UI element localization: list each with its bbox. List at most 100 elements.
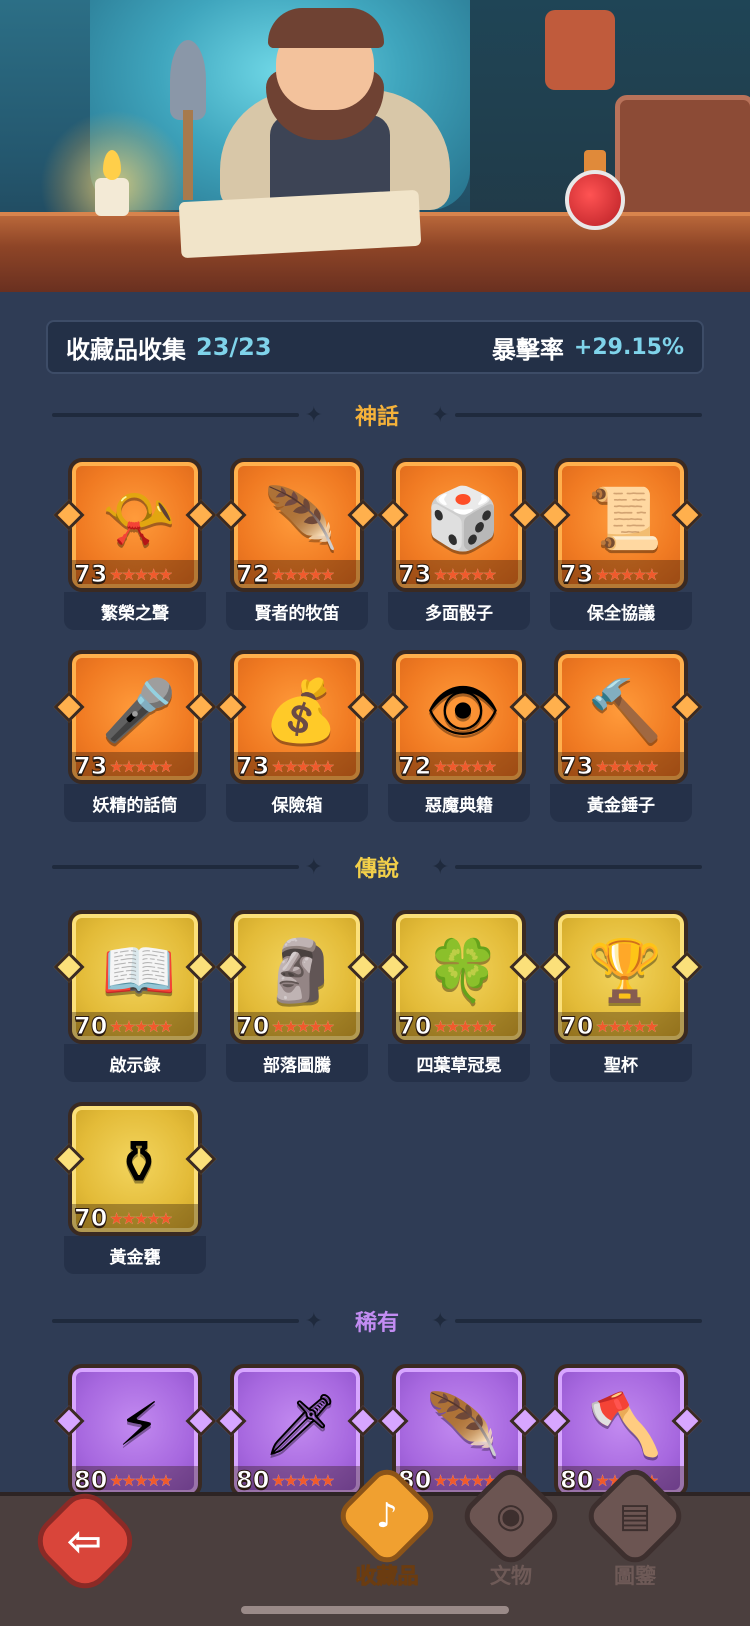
card-name: 黃金甕 <box>64 1236 206 1274</box>
card-name: 四葉草冠冕 <box>388 1044 530 1082</box>
card-level: 73 <box>559 752 594 781</box>
card-name: 惡魔典籍 <box>388 784 530 822</box>
card-level: 73 <box>559 560 594 589</box>
card-frame: 🔨 73 ★★★★★ <box>554 650 688 784</box>
level-stars-row: 70 ★★★★★ <box>234 1012 360 1040</box>
collection-count: 23/23 <box>196 333 272 361</box>
collection-summary-bar: 收藏品收集 23/23 暴擊率 +29.15% <box>46 320 704 374</box>
star-rating-icon: ★★★★★ <box>271 756 335 776</box>
level-stars-row: 73 ★★★★★ <box>396 560 522 588</box>
level-stars-row: 73 ★★★★★ <box>72 560 198 588</box>
level-stars-row: 70 ★★★★★ <box>72 1012 198 1040</box>
tab-label: 圖鑒 <box>614 1564 656 1588</box>
collectible-card[interactable]: 📜 73 ★★★★★ 保全協議 <box>539 458 703 632</box>
candle-icon <box>95 178 129 216</box>
card-frame: 👁 72 ★★★★★ <box>392 650 526 784</box>
section-divider-legendary: ✦ 傳說 ✦ <box>52 852 703 882</box>
collectible-card[interactable]: 🎤 73 ★★★★★ 妖精的話筒 <box>53 650 217 824</box>
tab-relics[interactable]: ◉ 文物 <box>456 1462 566 1598</box>
section-title-rare: 稀有 <box>355 1311 400 1336</box>
collectible-card[interactable]: 💰 73 ★★★★★ 保險箱 <box>215 650 379 824</box>
card-name: 部落圖騰 <box>226 1044 368 1082</box>
book-icon: 📖 <box>101 936 177 1006</box>
card-name: 聖杯 <box>550 1044 692 1082</box>
tab-label: 收藏品 <box>355 1564 419 1589</box>
card-frame: 📜 73 ★★★★★ <box>554 458 688 592</box>
section-title-legendary: 傳說 <box>355 857 400 882</box>
collectible-card[interactable]: ⚱ 70 ★★★★★ 黃金甕 <box>53 1102 217 1276</box>
star-rating-icon: ★★★★★ <box>109 1470 173 1490</box>
sparkle-icon: ✦ <box>304 854 323 880</box>
star-rating-icon: ★★★★★ <box>595 1016 659 1036</box>
card-name: 保險箱 <box>226 784 368 822</box>
card-level: 80 <box>73 1466 108 1495</box>
card-level: 70 <box>559 1012 594 1041</box>
star-rating-icon: ★★★★★ <box>109 1016 173 1036</box>
book-icon: ▤ <box>618 1496 652 1536</box>
section-title-mythic: 神話 <box>355 405 400 430</box>
tab-label: 文物 <box>490 1564 532 1588</box>
card-level: 70 <box>397 1012 432 1041</box>
wooden-chest-decoration <box>615 95 750 225</box>
card-name: 黃金錘子 <box>550 784 692 822</box>
level-stars-row: 73 ★★★★★ <box>72 752 198 780</box>
collectible-card[interactable]: 🏆 70 ★★★★★ 聖杯 <box>539 910 703 1084</box>
tab-codex[interactable]: ▤ 圖鑒 <box>580 1462 690 1598</box>
star-rating-icon: ★★★★★ <box>433 1016 497 1036</box>
star-rating-icon: ★★★★★ <box>433 564 497 584</box>
phoenix-feather-icon: 🪶 <box>425 1390 501 1460</box>
collectible-card[interactable]: 🪶 72 ★★★★★ 賢者的牧笛 <box>215 458 379 632</box>
horn-icon: 📯 <box>101 484 177 554</box>
lyre-icon: ♪ <box>376 1495 398 1536</box>
card-frame: 📖 70 ★★★★★ <box>68 910 202 1044</box>
shovel-icon <box>170 40 206 120</box>
card-frame: 🎲 73 ★★★★★ <box>392 458 526 592</box>
card-frame: ⚱ 70 ★★★★★ <box>68 1102 202 1236</box>
collectible-card[interactable]: 🗿 70 ★★★★★ 部落圖騰 <box>215 910 379 1084</box>
card-frame: 🏆 70 ★★★★★ <box>554 910 688 1044</box>
collectible-card[interactable]: 👁 72 ★★★★★ 惡魔典籍 <box>377 650 541 824</box>
sparkle-icon: ✦ <box>304 1308 323 1334</box>
star-rating-icon: ★★★★★ <box>109 1208 173 1228</box>
level-stars-row: 73 ★★★★★ <box>558 752 684 780</box>
card-frame: 💰 73 ★★★★★ <box>230 650 364 784</box>
card-level: 72 <box>235 560 270 589</box>
crit-rate-label: 暴擊率 <box>491 335 564 364</box>
card-level: 80 <box>235 1466 270 1495</box>
card-name: 多面骰子 <box>388 592 530 630</box>
card-frame: 🎤 73 ★★★★★ <box>68 650 202 784</box>
level-stars-row: 72 ★★★★★ <box>396 752 522 780</box>
collectible-card[interactable]: 🔨 73 ★★★★★ 黃金錘子 <box>539 650 703 824</box>
red-potion-icon <box>565 170 625 230</box>
shovel-handle <box>183 110 193 200</box>
eye-icon: ◉ <box>496 1495 526 1536</box>
totem-mask-decoration <box>545 10 615 90</box>
back-arrow-icon: ⇦ <box>67 1516 103 1566</box>
star-rating-icon: ★★★★★ <box>271 564 335 584</box>
demon-tome-icon: 👁 <box>424 676 502 746</box>
card-level: 73 <box>73 752 108 781</box>
card-name: 賢者的牧笛 <box>226 592 368 630</box>
level-stars-row: 70 ★★★★★ <box>72 1204 198 1232</box>
card-level: 72 <box>397 752 432 781</box>
flute-icon: 🪶 <box>263 484 339 554</box>
card-level: 73 <box>235 752 270 781</box>
dwarf-merchant-hair <box>268 8 384 48</box>
hammer-icon: 🔨 <box>587 676 663 746</box>
hero-banner <box>0 0 750 292</box>
collectible-card[interactable]: 🍀 70 ★★★★★ 四葉草冠冕 <box>377 910 541 1084</box>
star-rating-icon: ★★★★★ <box>271 1016 335 1036</box>
card-frame: 🗿 70 ★★★★★ <box>230 910 364 1044</box>
card-level: 70 <box>73 1012 108 1041</box>
level-stars-row: 80★★★★★ <box>72 1466 198 1494</box>
chalice-icon: 🏆 <box>587 936 663 1006</box>
collectible-card[interactable]: 🎲 73 ★★★★★ 多面骰子 <box>377 458 541 632</box>
crit-rate-value: +29.15% <box>573 334 684 360</box>
tab-collectibles[interactable]: ♪ 收藏品 <box>332 1462 442 1598</box>
collectible-card[interactable]: 📯 73 ★★★★★ 繁榮之聲 <box>53 458 217 632</box>
ice-dagger-icon: 🗡 <box>262 1390 340 1460</box>
collectible-card[interactable]: 📖 70 ★★★★★ 啟示錄 <box>53 910 217 1084</box>
section-divider-mythic: ✦ 神話 ✦ <box>52 400 703 430</box>
star-rating-icon: ★★★★★ <box>109 564 173 584</box>
golden-urn-icon: ⚱ <box>113 1128 165 1198</box>
